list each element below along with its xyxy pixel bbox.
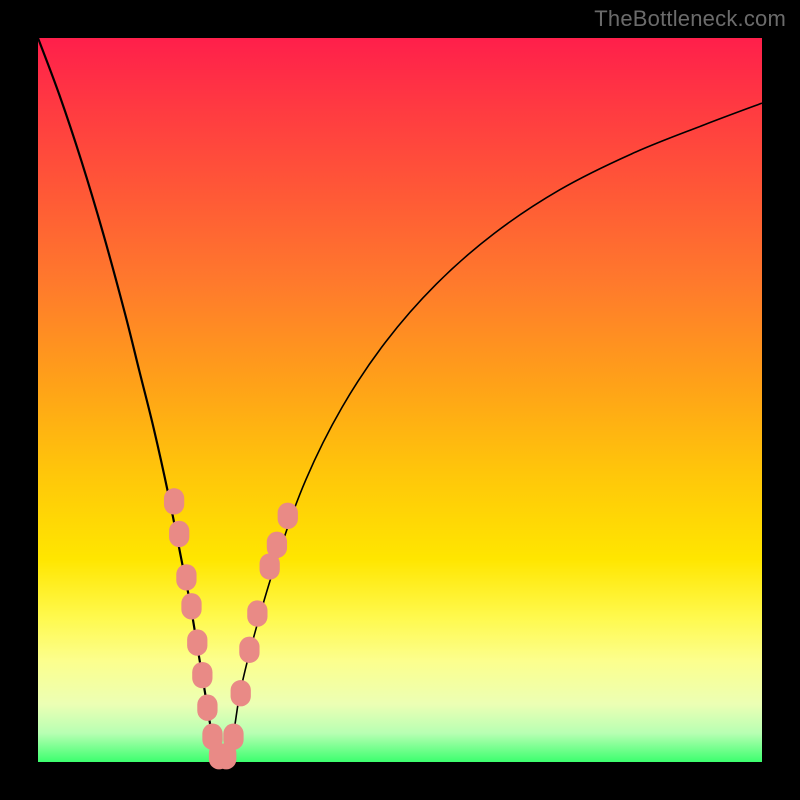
watermark-text: TheBottleneck.com [594, 6, 786, 32]
curve-marker [192, 662, 212, 688]
curve-marker [239, 637, 259, 663]
plot-area [38, 38, 762, 762]
curve-marker [247, 600, 267, 626]
chart-frame: TheBottleneck.com [0, 0, 800, 800]
curve-marker [231, 680, 251, 706]
marker-group [164, 488, 298, 769]
curve-marker [164, 488, 184, 514]
bottleneck-curve-svg [38, 38, 762, 762]
curve-marker [223, 723, 243, 749]
curve-marker [278, 503, 298, 529]
curve-marker [169, 521, 189, 547]
curve-marker [181, 593, 201, 619]
curve-marker [187, 629, 207, 655]
curve-marker [267, 532, 287, 558]
curve-marker [197, 695, 217, 721]
curve-marker [176, 564, 196, 590]
curve-right [219, 103, 762, 764]
